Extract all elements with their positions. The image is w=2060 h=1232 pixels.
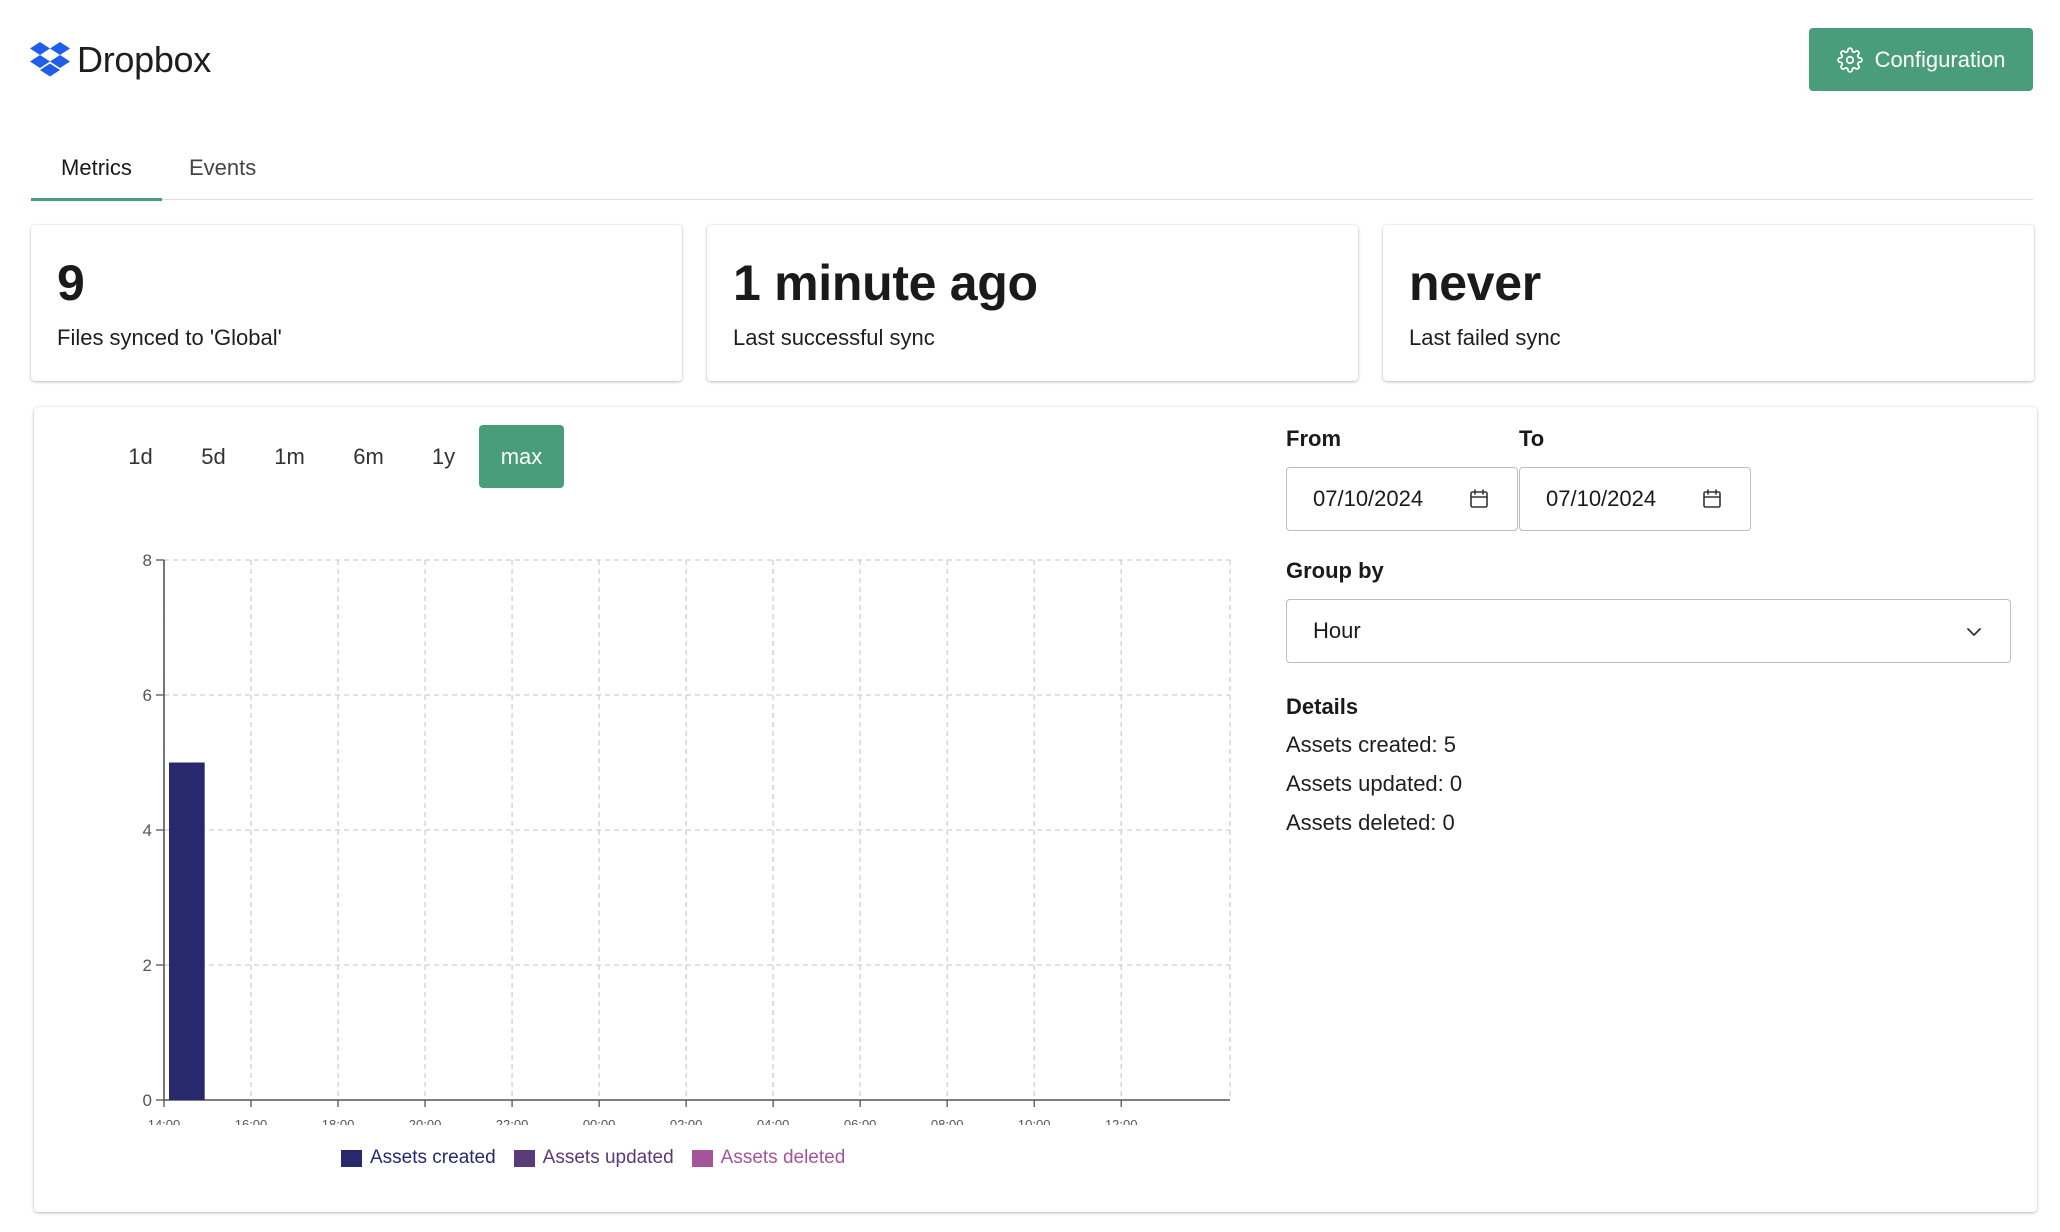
range-button-1d[interactable]: 1d: [104, 425, 177, 488]
x-tick-label: 18:00: [322, 1117, 355, 1125]
from-label: From: [1286, 426, 1341, 451]
from-date-input[interactable]: 07/10/2024: [1286, 467, 1518, 531]
group-by-label: Group by: [1286, 558, 1384, 583]
calendar-icon[interactable]: [1700, 487, 1724, 511]
y-tick-label: 6: [143, 686, 152, 705]
x-tick-label: 16:00: [235, 1117, 268, 1125]
stat-value: 9: [57, 255, 85, 311]
y-tick-label: 8: [143, 551, 152, 570]
detail-assets-created: Assets created: 5: [1286, 732, 1456, 757]
x-tick-label: 14:00: [148, 1117, 181, 1125]
stat-card-files-synced: 9 Files synced to 'Global': [31, 225, 682, 381]
legend-label: Assets created: [370, 1147, 496, 1168]
range-button-max[interactable]: max: [479, 425, 564, 488]
stat-value: never: [1409, 255, 1541, 311]
x-tick-label: 06:00: [844, 1117, 877, 1125]
gear-icon: [1836, 46, 1863, 73]
legend-label: Assets updated: [542, 1147, 674, 1168]
calendar-icon[interactable]: [1467, 487, 1491, 511]
legend-swatch: [341, 1149, 362, 1167]
x-tick-label: 02:00: [670, 1117, 703, 1125]
range-button-1m[interactable]: 1m: [250, 425, 329, 488]
configuration-button[interactable]: Configuration: [1809, 28, 2033, 91]
app-name: Dropbox: [77, 39, 211, 80]
chart-legend: Assets created Assets updated Assets del…: [341, 1147, 845, 1169]
legend-swatch: [691, 1149, 713, 1167]
tab-events[interactable]: Events: [189, 148, 256, 200]
tab-bar: Metrics Events: [31, 148, 2033, 201]
x-tick-label: 12:00: [1105, 1117, 1138, 1125]
stat-card-last-failed: never Last failed sync: [1383, 225, 2034, 381]
x-tick-label: 04:00: [757, 1117, 790, 1125]
legend-label: Assets deleted: [720, 1147, 846, 1168]
legend-item-deleted[interactable]: Assets deleted: [691, 1147, 846, 1169]
to-label: To: [1519, 426, 1545, 451]
x-tick-label: 22:00: [496, 1117, 529, 1125]
range-button-5d[interactable]: 5d: [177, 425, 250, 488]
y-tick-label: 2: [143, 956, 152, 975]
stat-card-last-success: 1 minute ago Last successful sync: [707, 225, 1358, 381]
stat-label: Last failed sync: [1409, 325, 1561, 350]
stat-value: 1 minute ago: [733, 255, 1038, 311]
range-button-6m[interactable]: 6m: [329, 425, 408, 488]
group-by-value: Hour: [1313, 618, 1361, 643]
y-tick-label: 0: [143, 1091, 152, 1110]
stat-label: Last successful sync: [733, 325, 935, 350]
group-by-select[interactable]: Hour: [1286, 599, 2011, 663]
y-tick-label: 4: [143, 821, 152, 840]
metrics-chart: 0 2 4 6 8 16:00 18:00 20:00 22:00 00:00 02:00 04:00…: [143, 551, 1231, 1125]
bar-assets-created: [169, 762, 205, 1100]
detail-assets-deleted: Assets deleted: 0: [1286, 810, 1455, 835]
legend-item-updated[interactable]: Assets updated: [513, 1147, 674, 1169]
metrics-panel: 1d 5d 1m 6m 1y max 0 2 4 6 8 16:00 18:00 20:00 2…: [34, 407, 2037, 1212]
to-date-input[interactable]: 07/10/2024: [1519, 467, 1751, 531]
chevron-down-icon: [1967, 628, 1981, 636]
stat-label: Files synced to 'Global': [57, 325, 282, 350]
range-button-1y[interactable]: 1y: [408, 425, 479, 488]
legend-item-created[interactable]: Assets created: [341, 1147, 496, 1169]
dropbox-icon: [30, 42, 70, 77]
detail-assets-updated: Assets updated: 0: [1286, 771, 1463, 796]
range-selector: 1d 5d 1m 6m 1y max: [104, 425, 564, 488]
details-title: Details: [1286, 694, 1359, 719]
x-tick-label: 08:00: [931, 1117, 964, 1125]
configuration-button-label: Configuration: [1874, 46, 2006, 72]
legend-swatch: [513, 1149, 535, 1167]
to-date-value: 07/10/2024: [1546, 486, 1657, 511]
header: Dropbox Configuration: [30, 28, 2033, 96]
x-tick-label: 20:00: [409, 1117, 442, 1125]
tab-metrics[interactable]: Metrics: [31, 148, 162, 201]
x-tick-label: 00:00: [583, 1117, 616, 1125]
from-date-value: 07/10/2024: [1313, 486, 1424, 511]
x-tick-label: 10:00: [1018, 1117, 1051, 1125]
app-logo[interactable]: Dropbox: [30, 36, 211, 84]
